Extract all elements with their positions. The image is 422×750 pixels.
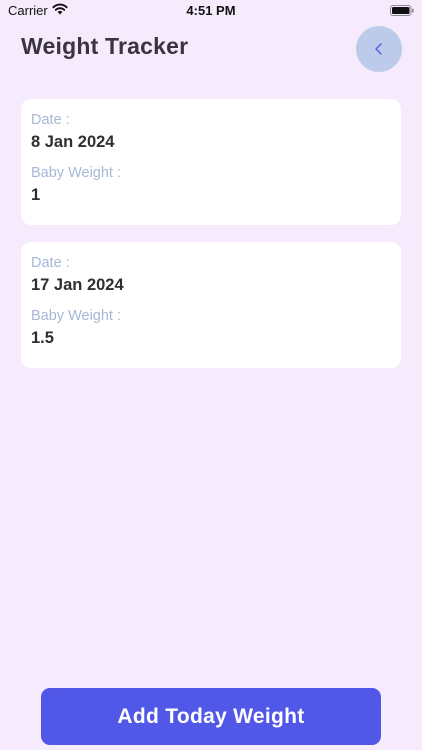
back-button[interactable] [356,26,402,72]
page-title: Weight Tracker [21,33,189,59]
weight-entry-card[interactable]: Date : 8 Jan 2024 Baby Weight : 1 [21,99,401,225]
date-field: Date : 8 Jan 2024 [31,111,391,153]
date-label: Date : [31,112,70,128]
date-value: 17 Jan 2024 [31,276,124,294]
add-today-weight-button[interactable]: Add Today Weight [41,688,381,745]
weight-field: Baby Weight : 1.5 [31,307,391,349]
status-bar: Carrier 4:51 PM [0,0,422,24]
weight-label: Baby Weight : [31,165,122,181]
chevron-left-icon [375,43,382,55]
date-label: Date : [31,255,70,271]
weight-entry-card[interactable]: Date : 17 Jan 2024 Baby Weight : 1.5 [21,242,401,368]
battery-icon [390,5,414,16]
weight-field: Baby Weight : 1 [31,164,391,206]
date-field: Date : 17 Jan 2024 [31,254,391,296]
weight-entry-list: Date : 8 Jan 2024 Baby Weight : 1 Date :… [21,99,401,385]
clock-time: 4:51 PM [186,3,236,18]
weight-value: 1 [31,186,41,204]
weight-value: 1.5 [31,329,54,347]
date-value: 8 Jan 2024 [31,133,115,151]
weight-label: Baby Weight : [31,308,122,324]
